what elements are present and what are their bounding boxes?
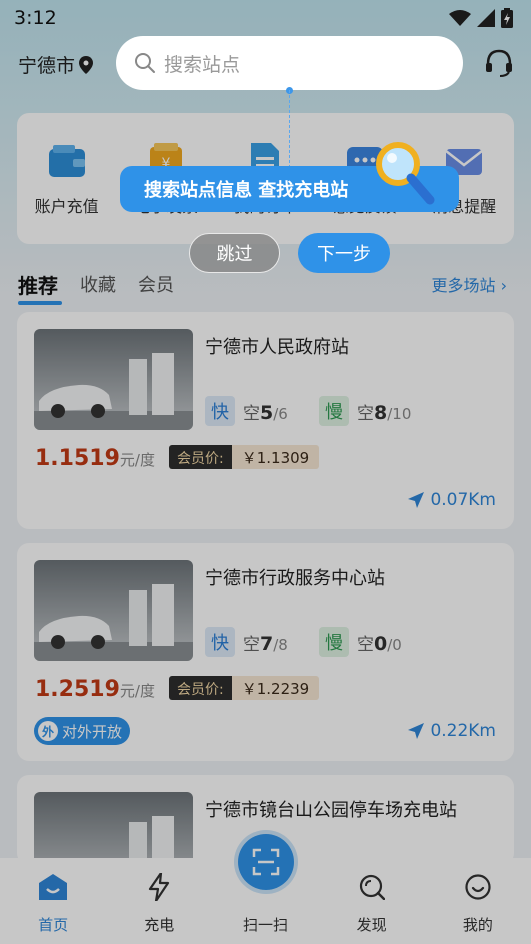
guide-overlay [0,0,531,944]
magnifier-icon [376,142,435,205]
guide-pointer-line [289,90,290,168]
guide-text: 搜索站点信息 查找充电站 [144,180,349,201]
skip-label: 跳过 [216,244,253,265]
next-step-label: 下一步 [317,244,371,265]
next-step-button[interactable]: 下一步 [298,233,390,273]
search-placeholder: 搜索站点 [164,53,241,76]
skip-button[interactable]: 跳过 [189,233,280,273]
search-icon [135,53,155,73]
search-input[interactable]: 搜索站点 [116,36,463,90]
